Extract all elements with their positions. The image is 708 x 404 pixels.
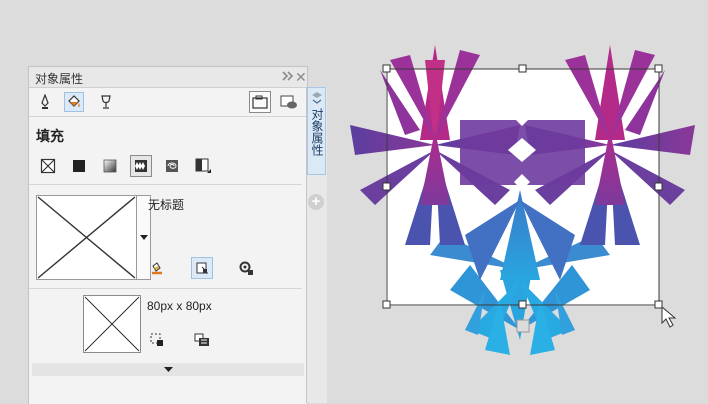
resize-handle[interactable]: [654, 64, 663, 73]
chevron-down-icon: [139, 234, 148, 240]
resize-handle[interactable]: [518, 300, 527, 309]
resize-handle[interactable]: [518, 64, 527, 73]
fill-type-row: [29, 155, 307, 177]
object-properties-panel: 对象属性 ✕ 填充 无标题 80px x 80px: [28, 66, 308, 404]
summary-tab-icon[interactable]: [249, 91, 271, 113]
expand-options-bar[interactable]: [32, 363, 304, 376]
panel-title: 对象属性: [35, 72, 84, 86]
docker-side-tabs: 对象属性 +: [306, 87, 327, 403]
uniform-fill-icon[interactable]: [68, 155, 90, 177]
center-band: [460, 110, 585, 190]
cursor-icon: [661, 305, 677, 328]
resize-handle[interactable]: [382, 182, 391, 191]
tab-label: 对象属性: [310, 108, 324, 156]
pattern-preview[interactable]: [36, 195, 137, 280]
resize-handle[interactable]: [382, 64, 391, 73]
resize-handle[interactable]: [654, 182, 663, 191]
fill-bucket-icon[interactable]: [64, 92, 84, 112]
tile-transform-icon[interactable]: [191, 329, 213, 351]
fill-settings-icon[interactable]: [235, 257, 257, 279]
tile-size-label: 80px x 80px: [147, 299, 212, 313]
divider: [29, 288, 302, 289]
add-tab-icon[interactable]: +: [308, 194, 324, 210]
vector-pattern-fill-icon[interactable]: [130, 155, 152, 177]
resize-handle[interactable]: [382, 300, 391, 309]
tile-origin-icon[interactable]: [146, 329, 168, 351]
view-frame-icon[interactable]: [279, 92, 299, 112]
pattern-name: 无标题: [148, 198, 185, 212]
transparency-glass-icon[interactable]: [96, 92, 116, 112]
fountain-fill-icon[interactable]: [99, 155, 121, 177]
bitmap-pattern-fill-icon[interactable]: [161, 155, 183, 177]
two-color-pattern-fill-icon[interactable]: [192, 155, 214, 177]
tile-handle[interactable]: [516, 319, 530, 333]
pattern-artwork[interactable]: [350, 30, 708, 370]
properties-tab-icon: [312, 92, 322, 104]
panel-titlebar: 对象属性 ✕: [29, 67, 307, 88]
properties-toolbar: [29, 88, 307, 117]
fill-section-title: 填充: [36, 128, 64, 144]
copy-fill-icon[interactable]: [191, 257, 213, 279]
tab-object-properties[interactable]: 对象属性: [307, 87, 326, 175]
no-fill-icon[interactable]: [37, 155, 59, 177]
pattern-tile-preview: [83, 295, 141, 353]
divider: [29, 184, 302, 185]
double-chevron-right-icon[interactable]: [281, 68, 295, 88]
close-icon[interactable]: ✕: [295, 68, 307, 86]
outline-pen-icon[interactable]: [35, 92, 55, 112]
resize-handle[interactable]: [654, 300, 663, 309]
chevron-down-icon: [163, 366, 173, 372]
edit-fill-icon[interactable]: [146, 257, 168, 279]
